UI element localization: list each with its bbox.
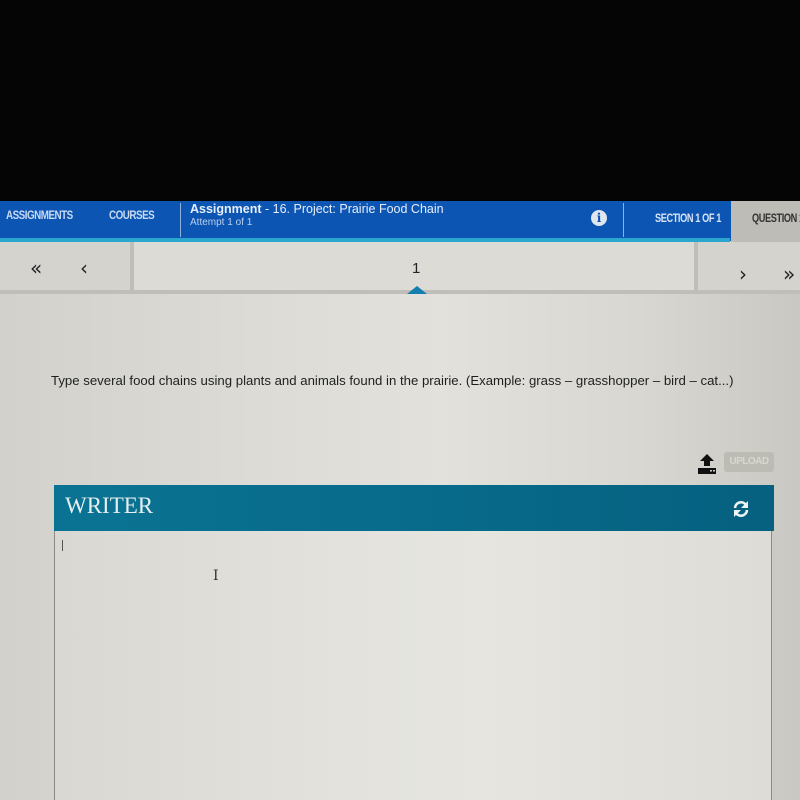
upload-icon[interactable]	[697, 453, 717, 475]
first-page-button[interactable]: «	[30, 258, 42, 278]
page-number[interactable]: 1	[412, 260, 420, 277]
next-page-button[interactable]: ›	[739, 264, 747, 284]
info-icon[interactable]: i	[591, 210, 607, 226]
divider	[623, 203, 624, 237]
top-nav-bar: ASSIGNMENTS COURSES Assignment - 16. Pro…	[0, 201, 800, 242]
upload-button[interactable]: UPLOAD	[724, 452, 774, 472]
writer-panel: WRITER I	[54, 485, 774, 800]
assignment-title: Assignment - 16. Project: Prairie Food C…	[190, 202, 444, 216]
pager-left-panel	[0, 242, 130, 292]
screen-bezel	[0, 0, 800, 201]
divider	[180, 203, 181, 237]
question-pager: « ‹ 1 › »	[0, 242, 800, 294]
question-tab[interactable]: QUESTION 1	[731, 201, 800, 242]
assignment-prefix: Assignment	[190, 202, 262, 216]
question-tab-label: QUESTION 1	[752, 213, 800, 225]
prev-page-button[interactable]: ‹	[80, 258, 88, 278]
app-screen: ASSIGNMENTS COURSES Assignment - 16. Pro…	[0, 201, 800, 800]
question-prompt: Type several food chains using plants an…	[51, 373, 734, 388]
writer-text-area[interactable]: I	[54, 531, 772, 800]
text-caret	[62, 540, 63, 551]
assignment-name: - 16. Project: Prairie Food Chain	[261, 202, 444, 216]
pager-bottom-border	[0, 290, 800, 294]
nav-assignments[interactable]: ASSIGNMENTS	[6, 208, 73, 222]
writer-title: WRITER	[65, 493, 154, 518]
writer-header: WRITER	[54, 485, 774, 531]
assignment-header: Assignment - 16. Project: Prairie Food C…	[190, 202, 444, 228]
ibeam-cursor-icon: I	[213, 568, 219, 584]
attempt-count: Attempt 1 of 1	[190, 217, 253, 228]
refresh-icon[interactable]	[731, 499, 751, 519]
section-indicator[interactable]: SECTION 1 OF 1	[655, 213, 721, 225]
nav-courses[interactable]: COURSES	[109, 208, 155, 222]
last-page-button[interactable]: »	[783, 264, 795, 284]
current-page-marker-icon	[407, 286, 427, 294]
